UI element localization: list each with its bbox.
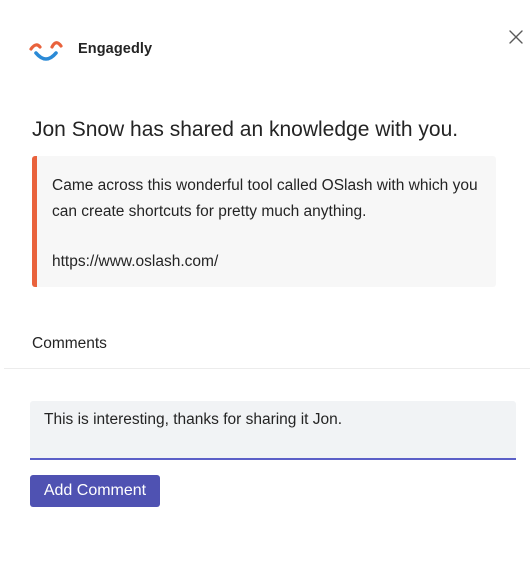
- shared-knowledge-card: Came across this wonderful tool called O…: [32, 156, 496, 287]
- comments-label: Comments: [32, 335, 107, 352]
- app-name: Engagedly: [78, 41, 153, 57]
- add-comment-button[interactable]: Add Comment: [30, 475, 160, 507]
- comment-input[interactable]: This is interesting, thanks for sharing …: [30, 401, 516, 460]
- close-icon: [505, 26, 527, 48]
- divider: [4, 368, 530, 369]
- engagedly-logo-icon: [28, 33, 64, 65]
- app-header: Engagedly: [28, 32, 152, 66]
- shared-link[interactable]: https://www.oslash.com/: [52, 253, 218, 270]
- shared-message: Came across this wonderful tool called O…: [52, 177, 478, 220]
- share-notification-dialog: Engagedly Jon Snow has shared an knowled…: [0, 0, 530, 565]
- close-button[interactable]: [505, 26, 527, 48]
- notification-headline: Jon Snow has shared an knowledge with yo…: [32, 118, 459, 141]
